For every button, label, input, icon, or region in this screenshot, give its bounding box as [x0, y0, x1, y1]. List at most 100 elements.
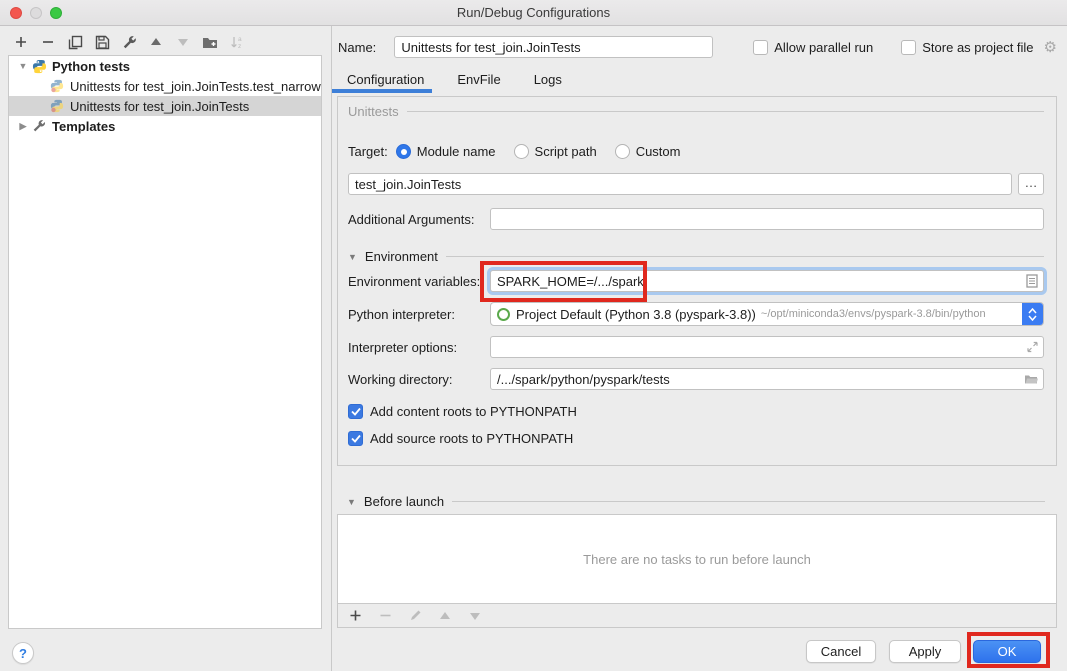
add-source-roots-checkbox[interactable]: Add source roots to PYTHONPATH	[348, 431, 573, 446]
tab-envfile[interactable]: EnvFile	[457, 72, 500, 94]
tree-item-templates[interactable]: ▶ Templates	[9, 116, 321, 136]
radio-custom[interactable]: Custom	[615, 144, 681, 159]
tree-item-label: Templates	[52, 119, 115, 134]
move-up-icon[interactable]	[147, 33, 165, 51]
radio-icon	[615, 144, 630, 159]
edit-variables-icon[interactable]	[1026, 274, 1038, 288]
radio-label: Module name	[417, 144, 496, 159]
tree-item-label: Unittests for test_join.JoinTests.test_n…	[70, 79, 321, 94]
copy-configuration-icon[interactable]	[66, 33, 84, 51]
unittests-group: Unittests Target: Module name Script pat…	[337, 96, 1057, 466]
before-launch-title: Before launch	[364, 494, 444, 509]
radio-label: Script path	[535, 144, 597, 159]
wrench-icon	[31, 118, 47, 134]
name-input[interactable]	[394, 36, 713, 58]
add-task-icon[interactable]	[346, 607, 364, 625]
folder-icon[interactable]	[1024, 374, 1038, 385]
allow-parallel-run-checkbox[interactable]: Allow parallel run	[753, 40, 873, 55]
checkbox-label: Add source roots to PYTHONPATH	[370, 431, 573, 446]
checkbox-checked-icon	[348, 431, 363, 446]
target-label: Target:	[348, 144, 388, 159]
new-folder-icon[interactable]	[201, 33, 219, 51]
gear-icon[interactable]: ⚙	[1044, 38, 1057, 56]
add-configuration-icon[interactable]	[12, 33, 30, 51]
tree-item-unittests-test-narrow[interactable]: Unittests for test_join.JoinTests.test_n…	[9, 76, 321, 96]
radio-label: Custom	[636, 144, 681, 159]
svg-text:z: z	[238, 43, 241, 50]
target-radio-group: Module name Script path Custom	[396, 144, 681, 159]
environment-section-title: Environment	[365, 249, 438, 264]
configurations-sidebar: az ▼ Python tests Unittests for test_joi…	[0, 26, 332, 671]
help-button[interactable]: ?	[12, 642, 34, 664]
conda-environment-icon	[497, 308, 510, 321]
remove-task-icon[interactable]	[376, 607, 394, 625]
tree-item-python-tests[interactable]: ▼ Python tests	[9, 56, 321, 76]
module-name-input[interactable]	[348, 173, 1012, 195]
move-task-up-icon[interactable]	[436, 607, 454, 625]
radio-selected-icon	[396, 144, 411, 159]
remove-configuration-icon[interactable]	[39, 33, 57, 51]
help-icon: ?	[19, 646, 27, 661]
chevron-down-icon[interactable]: ▼	[15, 61, 31, 71]
edit-templates-icon[interactable]	[120, 33, 138, 51]
environment-variables-row: Environment variables:	[348, 269, 1044, 293]
radio-module-name[interactable]: Module name	[396, 144, 496, 159]
working-directory-row: Working directory:	[348, 367, 1044, 391]
tree-item-unittests-jointests[interactable]: Unittests for test_join.JoinTests	[9, 96, 321, 116]
tree-toolbar: az	[6, 31, 246, 53]
browse-button[interactable]: …	[1018, 173, 1044, 195]
additional-arguments-row: Additional Arguments:	[348, 207, 1044, 231]
working-directory-label: Working directory:	[348, 372, 490, 387]
expand-field-icon[interactable]	[1027, 342, 1038, 353]
store-as-project-file-checkbox[interactable]: Store as project file	[901, 40, 1033, 55]
before-launch-toggle[interactable]: ▼ Before launch	[347, 494, 1045, 509]
ok-button[interactable]: OK	[973, 640, 1041, 663]
target-row: Target: Module name Script path Custom	[348, 139, 1044, 163]
interpreter-options-input[interactable]	[490, 336, 1044, 358]
environment-variables-input[interactable]	[490, 270, 1044, 292]
checkbox-icon	[901, 40, 916, 55]
save-configuration-icon[interactable]	[93, 33, 111, 51]
before-launch-toolbar	[338, 604, 1056, 627]
interpreter-options-label: Interpreter options:	[348, 340, 490, 355]
interpreter-path: ~/opt/miniconda3/envs/pyspark-3.8/bin/py…	[761, 308, 986, 320]
module-name-row: …	[348, 172, 1044, 196]
interpreter-options-row: Interpreter options:	[348, 335, 1044, 359]
move-task-down-icon[interactable]	[466, 607, 484, 625]
checkbox-label: Add content roots to PYTHONPATH	[370, 404, 577, 419]
radio-icon	[514, 144, 529, 159]
cancel-button[interactable]: Cancel	[806, 640, 876, 663]
sort-alphabetically-icon[interactable]: az	[228, 33, 246, 51]
python-icon	[31, 58, 47, 74]
python-interpreter-label: Python interpreter:	[348, 307, 490, 322]
before-launch-panel: There are no tasks to run before launch	[337, 514, 1057, 628]
group-title: Unittests	[348, 104, 399, 119]
minimize-window-button[interactable]	[30, 7, 42, 19]
radio-script-path[interactable]: Script path	[514, 144, 597, 159]
zoom-window-button[interactable]	[50, 7, 62, 19]
add-content-roots-checkbox[interactable]: Add content roots to PYTHONPATH	[348, 404, 577, 419]
chevron-down-icon: ▼	[347, 497, 356, 507]
before-launch-task-list[interactable]: There are no tasks to run before launch	[338, 515, 1056, 604]
environment-section-toggle[interactable]: ▼ Environment	[348, 249, 1044, 264]
chevron-right-icon[interactable]: ▶	[15, 121, 31, 132]
additional-arguments-input[interactable]	[490, 208, 1044, 230]
close-window-button[interactable]	[10, 7, 22, 19]
button-label: OK	[998, 644, 1017, 659]
edit-task-icon[interactable]	[406, 607, 424, 625]
interpreter-name: Project Default (Python 3.8 (pyspark-3.8…	[516, 307, 756, 322]
move-down-icon[interactable]	[174, 33, 192, 51]
environment-variables-label: Environment variables:	[348, 274, 490, 289]
checkbox-label: Store as project file	[922, 40, 1033, 55]
working-directory-input[interactable]	[490, 368, 1044, 390]
tab-logs[interactable]: Logs	[534, 72, 562, 94]
unittests-separator: Unittests	[348, 104, 1044, 119]
python-interpreter-select[interactable]: Project Default (Python 3.8 (pyspark-3.8…	[490, 302, 1044, 326]
checkbox-icon	[753, 40, 768, 55]
svg-text:a: a	[238, 36, 242, 43]
combo-arrows-icon	[1022, 303, 1043, 325]
additional-arguments-label: Additional Arguments:	[348, 212, 490, 227]
apply-button[interactable]: Apply	[889, 640, 961, 663]
tree-item-label: Python tests	[52, 59, 130, 74]
empty-tasks-message: There are no tasks to run before launch	[583, 552, 811, 567]
